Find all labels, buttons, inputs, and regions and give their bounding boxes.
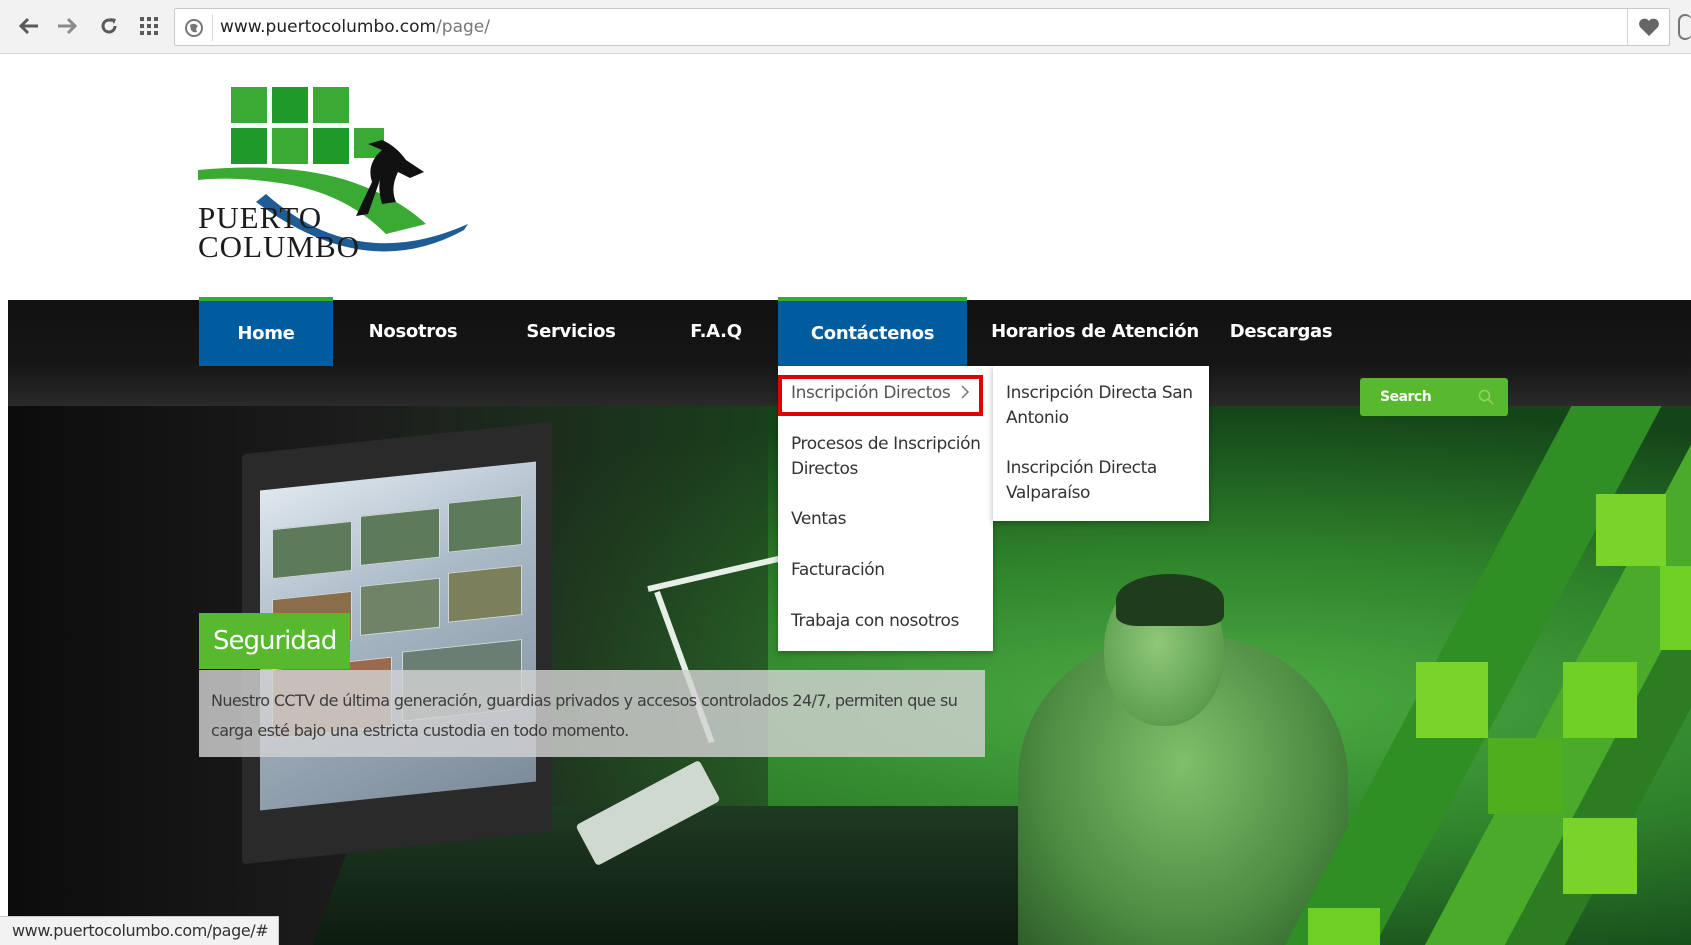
extension-icon[interactable] (1678, 14, 1691, 40)
nav-horarios[interactable]: Horarios de Atención (990, 297, 1200, 366)
site-info-icon[interactable] (184, 18, 204, 38)
reload-icon[interactable] (93, 10, 125, 42)
address-bar[interactable]: www.puertocolumbo.com/page/ (174, 8, 1670, 46)
apps-grid-icon[interactable] (133, 10, 165, 42)
inscripcion-submenu: Inscripción Directa San Antonio Inscripc… (993, 366, 1209, 521)
logo-text-line2: COLUMBO (198, 229, 361, 264)
dropdown-item-facturacion[interactable]: Facturación (778, 558, 993, 583)
address-separator (212, 14, 213, 41)
hero-caption-title: Seguridad (199, 613, 351, 669)
search-icon (1478, 389, 1494, 405)
status-bar-url: www.puertocolumbo.com/page/# (0, 916, 280, 945)
hero-deco-square (1660, 566, 1691, 650)
nav-home[interactable]: Home (199, 297, 333, 366)
submenu-item-valparaiso[interactable]: Inscripción Directa Valparaíso (1006, 456, 1202, 506)
hero-person-hair (1116, 574, 1224, 626)
browser-toolbar: www.puertocolumbo.com/page/ (0, 0, 1691, 54)
nav-nosotros[interactable]: Nosotros (338, 297, 488, 366)
hero-deco-square (1308, 908, 1380, 945)
hero-deco-square (1416, 662, 1488, 738)
nav-servicios[interactable]: Servicios (496, 297, 646, 366)
hero-caption-text: Nuestro CCTV de última generación, guard… (199, 670, 985, 757)
back-arrow-icon[interactable] (13, 10, 45, 42)
submenu-item-san-antonio[interactable]: Inscripción Directa San Antonio (1006, 381, 1202, 431)
dropdown-item-trabaja[interactable]: Trabaja con nosotros (778, 609, 993, 634)
nav-contactenos[interactable]: Contáctenos (778, 297, 967, 366)
site-logo[interactable]: PUERTO COLUMBO (196, 84, 472, 264)
heart-icon[interactable] (1627, 9, 1669, 45)
url-text[interactable]: www.puertocolumbo.com/page/ (220, 9, 490, 45)
dropdown-item-procesos[interactable]: Procesos de Inscripción Directos (778, 432, 993, 482)
search-label: Search (1380, 389, 1432, 405)
highlight-box (778, 375, 983, 416)
hero-deco-square (1563, 662, 1637, 738)
nav-descargas[interactable]: Descargas (1206, 297, 1356, 366)
hero-deco-square (1488, 738, 1562, 814)
dropdown-item-ventas[interactable]: Ventas (778, 507, 993, 532)
hero-deco-square (1596, 494, 1666, 566)
search-button[interactable]: Search (1360, 378, 1508, 416)
nav-faq[interactable]: F.A.Q (656, 297, 776, 366)
hero-deco-square (1563, 818, 1637, 894)
forward-arrow-icon[interactable] (51, 10, 83, 42)
